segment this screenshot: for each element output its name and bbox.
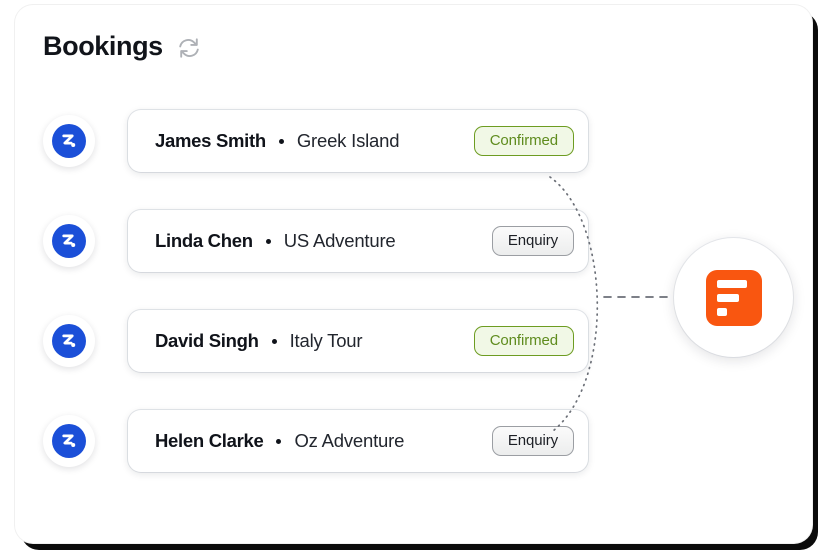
document-line-2 (716, 293, 739, 302)
status-badge[interactable]: Confirmed (473, 126, 574, 156)
booking-row-card[interactable]: Helen Clarke Oz Adventure Enquiry (128, 410, 588, 472)
booking-app-logo-icon (52, 324, 86, 358)
trip-name: Italy Tour (289, 330, 363, 351)
customer-name: James Smith (155, 130, 266, 151)
customer-name: Linda Chen (155, 230, 253, 251)
document-line-1 (716, 279, 747, 288)
separator-dot (271, 338, 277, 344)
booking-app-logo-icon (52, 124, 86, 158)
page-title: Bookings (43, 31, 163, 61)
document-line-3 (716, 307, 727, 316)
separator-dot (265, 238, 271, 244)
trip-name: Greek Island (296, 130, 400, 151)
status-badge[interactable]: Enquiry (491, 426, 574, 456)
separator-dot (278, 138, 284, 144)
destination-node[interactable] (674, 238, 793, 357)
screenshot-root: Bookings James Smith Greek Island Confir… (0, 0, 828, 551)
trip-name: Oz Adventure (294, 430, 405, 451)
customer-name: Helen Clarke (155, 430, 264, 451)
customer-name: David Singh (155, 330, 259, 351)
booking-list: James Smith Greek Island Confirmed Linda… (43, 110, 588, 472)
booking-row-card[interactable]: Linda Chen US Adventure Enquiry (128, 210, 588, 272)
avatar (43, 415, 95, 467)
booking-row[interactable]: David Singh Italy Tour Confirmed (43, 310, 588, 372)
booking-row[interactable]: Linda Chen US Adventure Enquiry (43, 210, 588, 272)
document-form-icon (705, 269, 762, 326)
avatar (43, 115, 95, 167)
status-badge[interactable]: Enquiry (491, 226, 574, 256)
booking-row[interactable]: James Smith Greek Island Confirmed (43, 110, 588, 172)
card-header: Bookings (43, 33, 201, 60)
status-badge[interactable]: Confirmed (473, 326, 574, 356)
booking-app-logo-icon (52, 424, 86, 458)
booking-app-logo-icon (52, 224, 86, 258)
booking-row-card[interactable]: David Singh Italy Tour Confirmed (128, 310, 588, 372)
avatar (43, 215, 95, 267)
separator-dot (276, 438, 282, 444)
refresh-sync-icon[interactable] (177, 34, 201, 60)
bookings-card: Bookings James Smith Greek Island Confir… (15, 5, 812, 543)
avatar (43, 315, 95, 367)
booking-row-card[interactable]: James Smith Greek Island Confirmed (128, 110, 588, 172)
booking-row[interactable]: Helen Clarke Oz Adventure Enquiry (43, 410, 588, 472)
trip-name: US Adventure (283, 230, 396, 251)
